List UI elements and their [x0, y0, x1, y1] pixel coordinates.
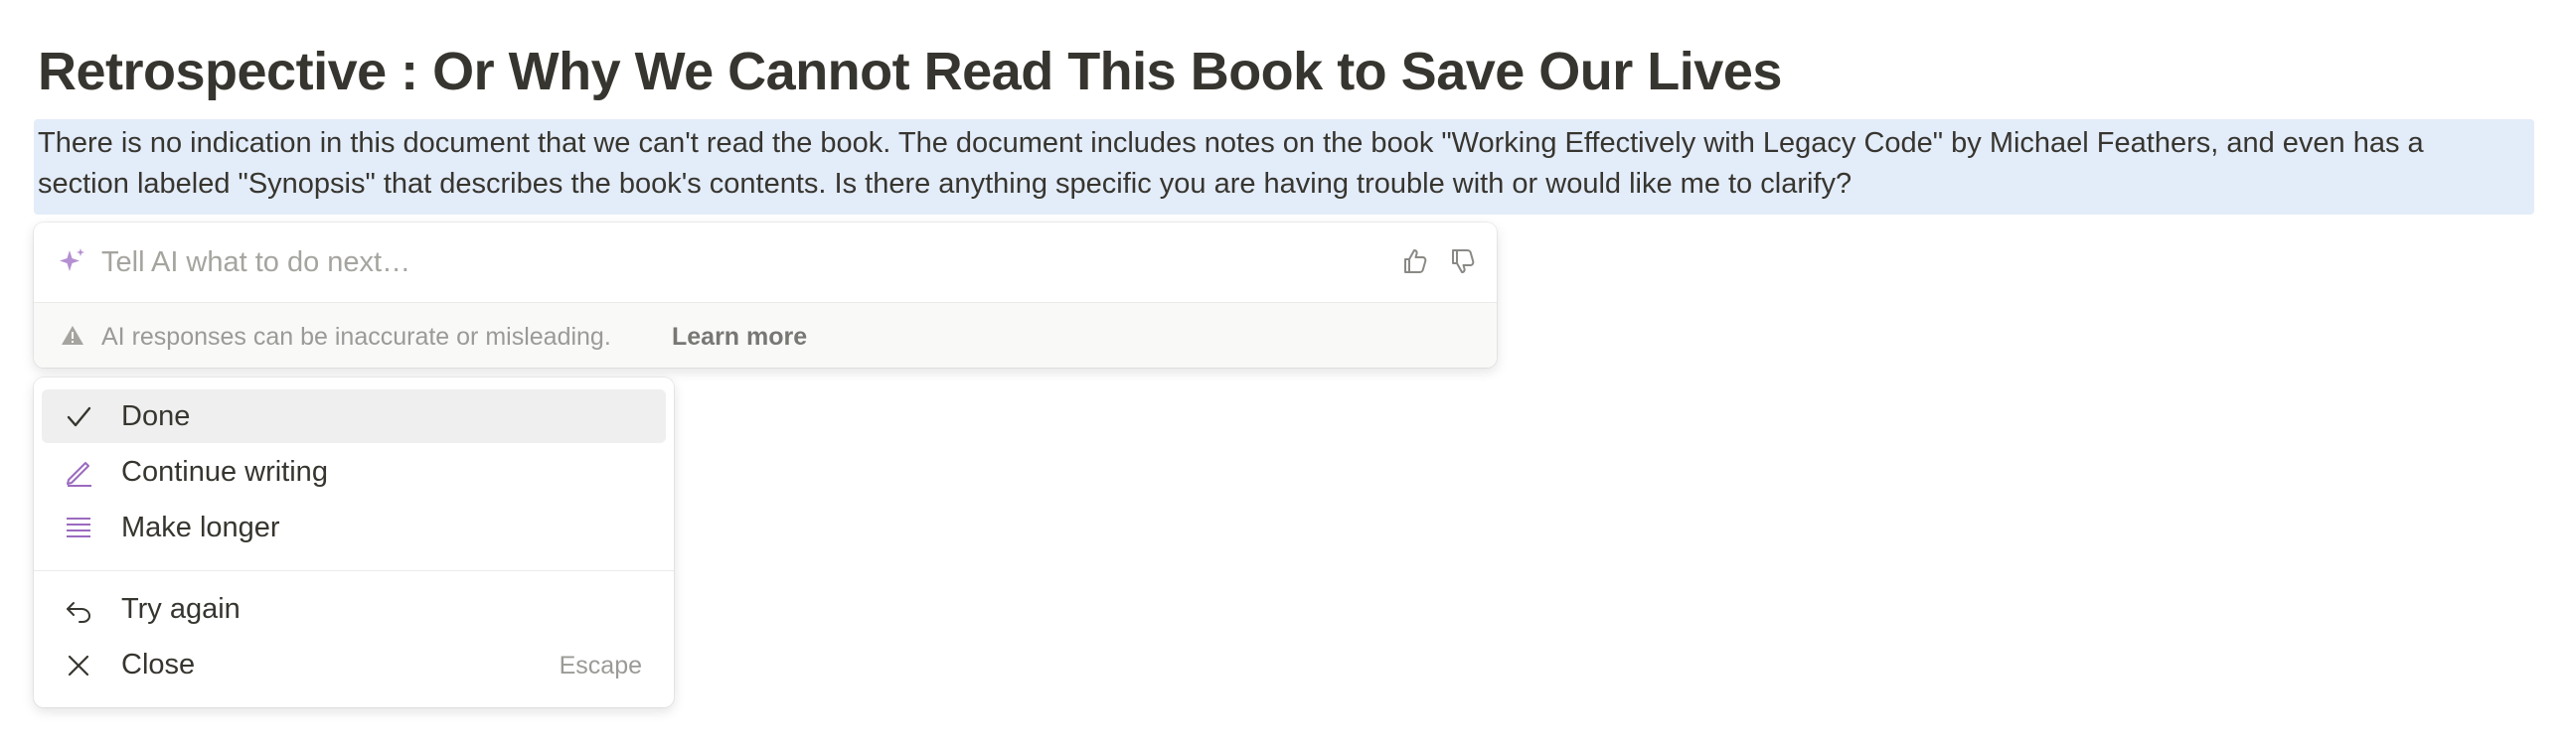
undo-icon	[67, 602, 91, 623]
ai-response-text[interactable]: There is no indication in this document …	[38, 123, 2522, 205]
menu-item-label: Close	[121, 649, 196, 680]
menu-item-label: Continue writing	[121, 456, 328, 488]
warning-icon	[62, 326, 83, 345]
ai-disclaimer-text: AI responses can be inaccurate or mislea…	[101, 323, 611, 351]
menu-item-try-again[interactable]: Try again	[42, 582, 666, 636]
menu-item-close[interactable]: Close Escape	[42, 638, 666, 691]
sparkle-icon	[60, 248, 84, 271]
keyboard-shortcut: Escape	[559, 652, 642, 680]
thumbs-down-icon[interactable]	[1445, 244, 1479, 278]
ai-prompt-input[interactable]	[99, 240, 1296, 284]
menu-item-label: Done	[121, 400, 191, 432]
pen-icon	[67, 462, 91, 487]
ai-prompt-panel: AI responses can be inaccurate or mislea…	[34, 223, 1497, 368]
lines-icon	[67, 518, 90, 537]
checkmark-icon	[67, 406, 91, 427]
page: Retrospective : Or Why We Cannot Read Th…	[0, 0, 2576, 755]
menu-item-label: Try again	[121, 593, 241, 625]
close-icon	[68, 655, 89, 677]
page-title: Retrospective : Or Why We Cannot Read Th…	[38, 42, 1782, 101]
thumbs-up-icon[interactable]	[1397, 244, 1431, 278]
ai-input-row	[34, 223, 1497, 303]
ai-action-menu: Done Continue writing Make longer Try ag…	[34, 378, 674, 707]
menu-item-make-longer[interactable]: Make longer	[42, 501, 666, 554]
learn-more-link[interactable]: Learn more	[672, 321, 807, 353]
menu-item-done[interactable]: Done	[42, 389, 666, 443]
menu-divider	[34, 570, 674, 571]
menu-item-continue-writing[interactable]: Continue writing	[42, 445, 666, 499]
menu-item-label: Make longer	[121, 512, 280, 543]
ai-disclaimer-footer: AI responses can be inaccurate or mislea…	[34, 303, 1497, 368]
